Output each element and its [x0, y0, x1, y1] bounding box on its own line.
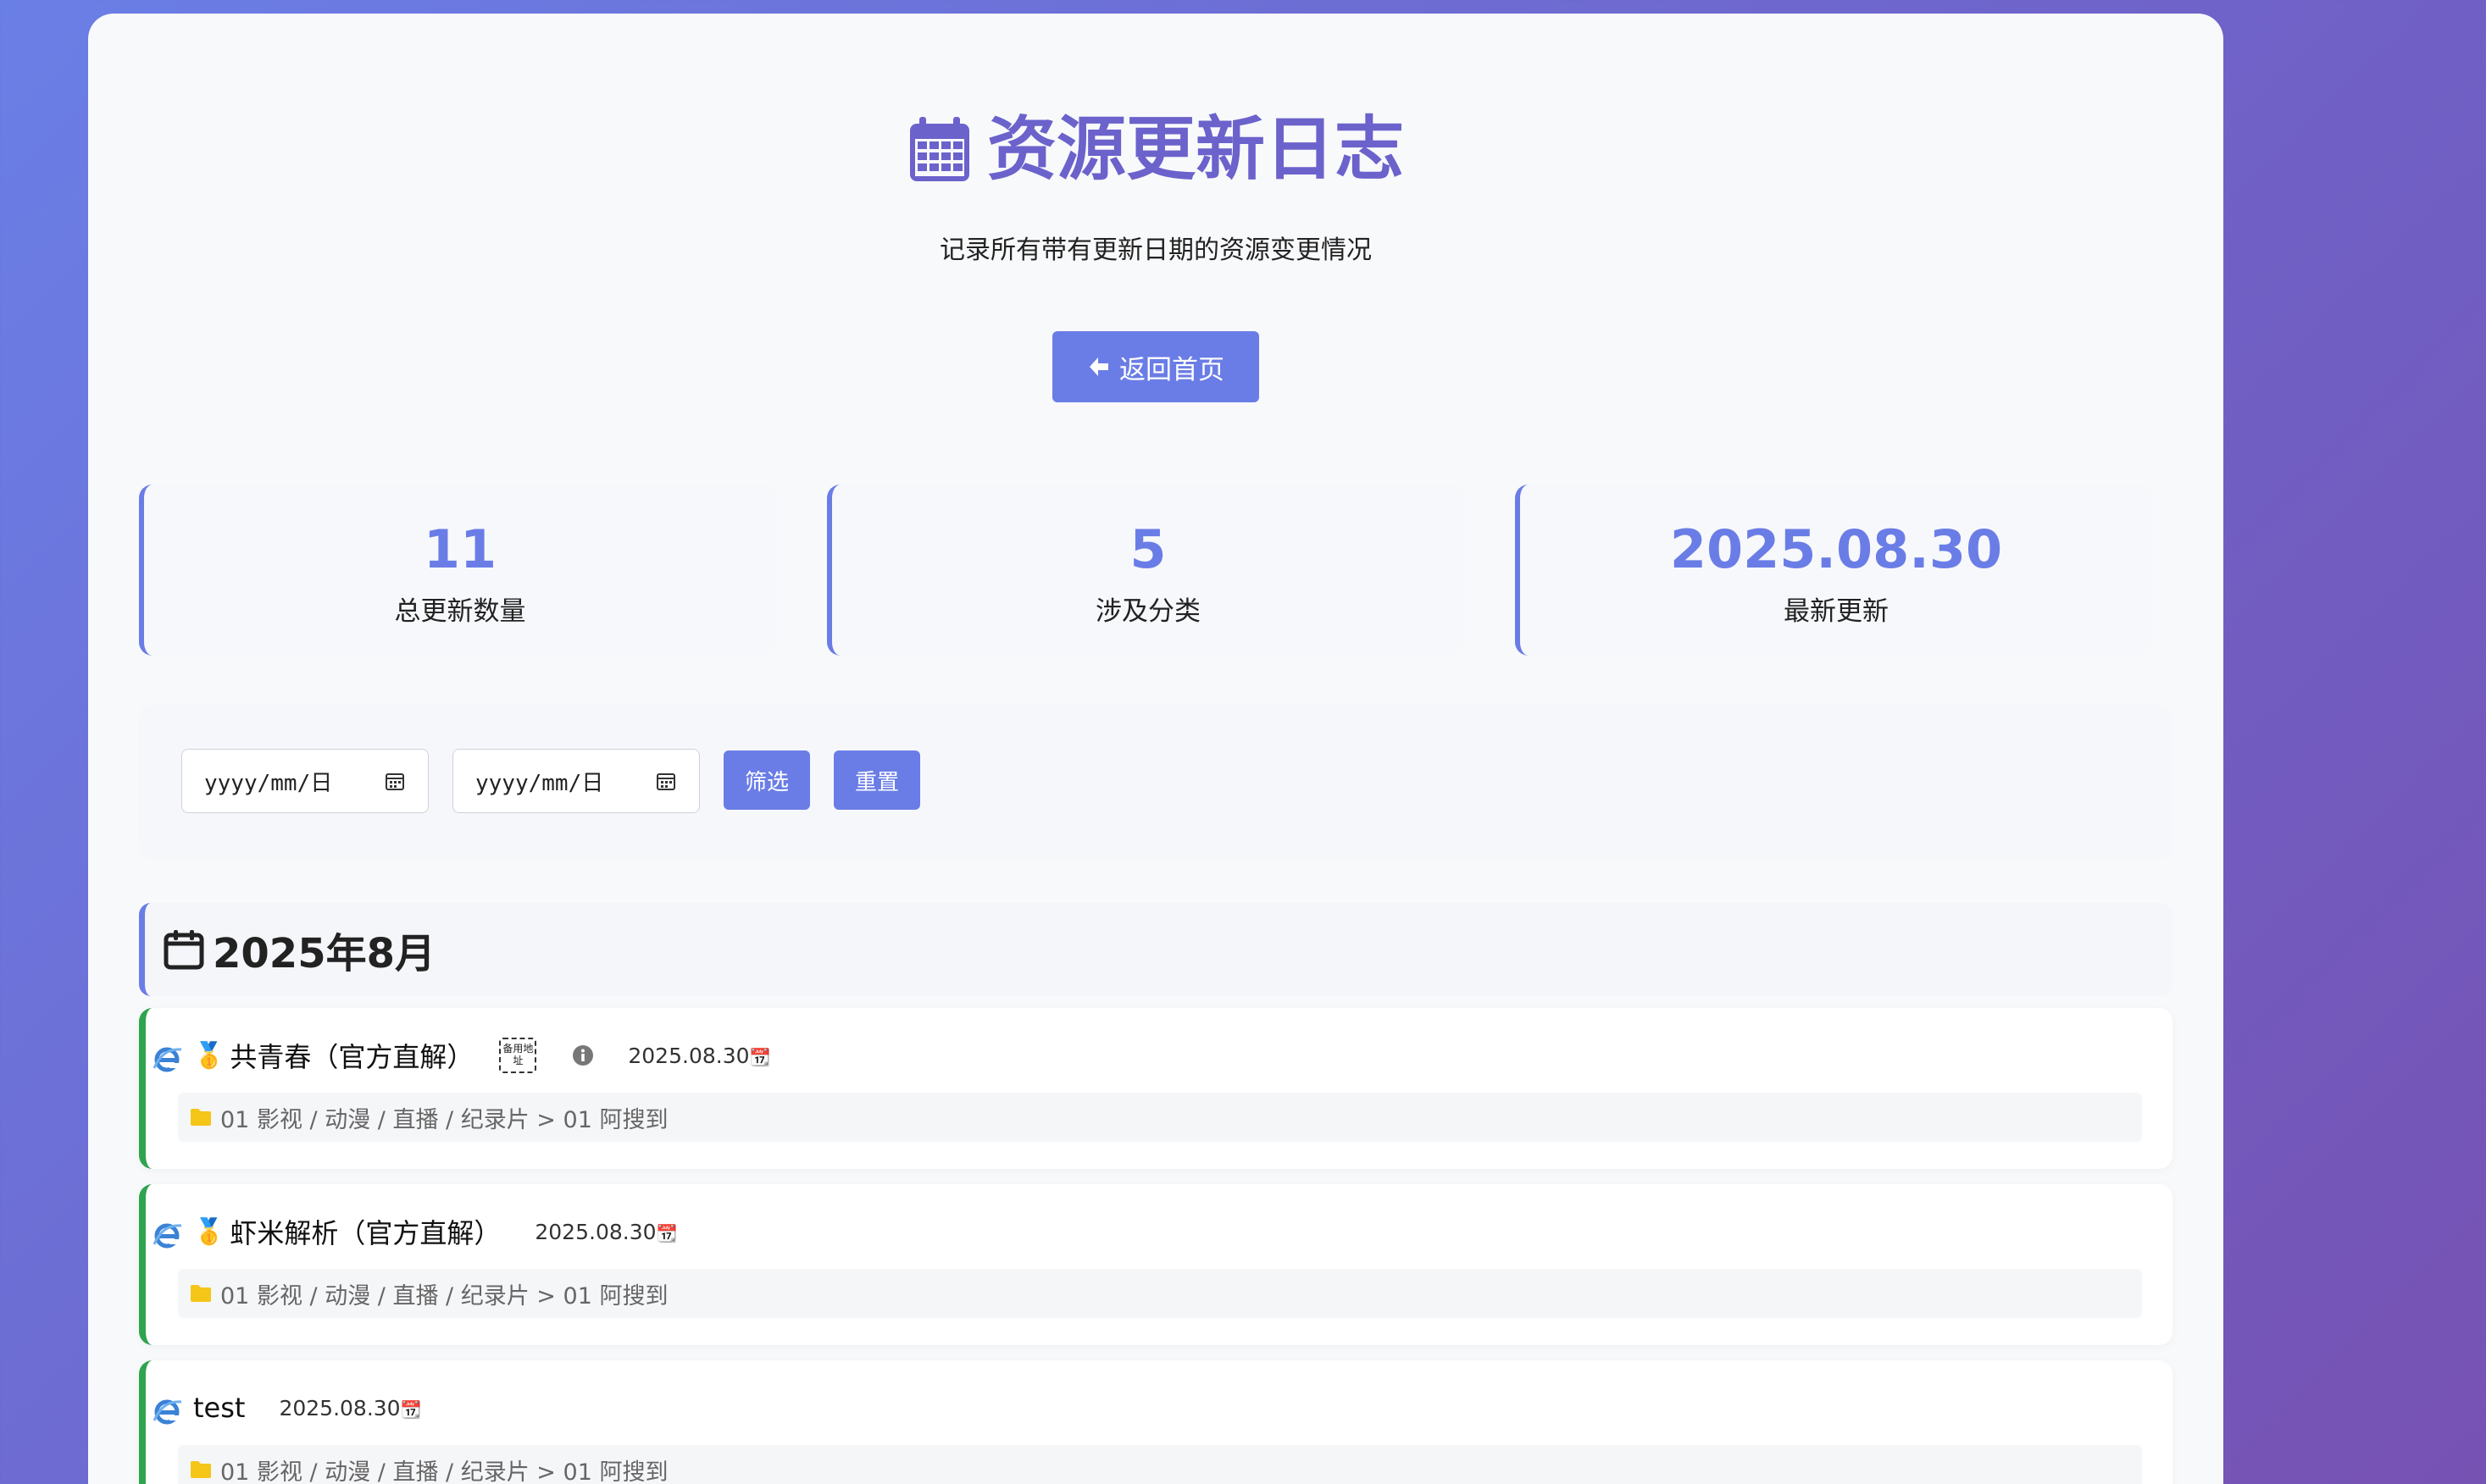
- stat-value: 2025.08.30: [1669, 518, 2003, 580]
- backup-address-badge[interactable]: 备用地址: [499, 1038, 537, 1073]
- page-header: 资源更新日志 记录所有带有更新日期的资源变更情况: [88, 115, 2223, 266]
- category-path-text: 01 影视 / 动漫 / 直播 / 纪录片 > 01 阿搜到: [220, 1459, 669, 1484]
- date-filter-bar: yyyy/mm/日 yyyy/mm/日 筛选 重置: [139, 705, 2172, 859]
- browser-e-icon: [153, 1047, 182, 1072]
- item-header: test 2025.08.30📆: [151, 1389, 422, 1426]
- item-category-path: 01 影视 / 动漫 / 直播 / 纪录片 > 01 阿搜到: [178, 1445, 2142, 1484]
- item-date: 2025.08.30📆: [279, 1395, 422, 1420]
- list-item[interactable]: 🥇 共青春（官方直解） 备用地址 2025.08.30📆 01 影视 / 动漫 …: [139, 1008, 2172, 1169]
- list-item[interactable]: test 2025.08.30📆 01 影视 / 动漫 / 直播 / 纪录片 >…: [139, 1360, 2172, 1484]
- end-date-input[interactable]: yyyy/mm/日: [452, 749, 700, 813]
- medal-icon: 🥇: [193, 1216, 225, 1247]
- stat-label: 总更新数量: [394, 596, 526, 627]
- folder-icon: [191, 1109, 211, 1126]
- item-date: 2025.08.30📆: [535, 1219, 678, 1244]
- stat-label: 涉及分类: [1096, 596, 1201, 627]
- calendar-icon: [909, 117, 969, 181]
- item-name[interactable]: test: [193, 1392, 245, 1424]
- stat-label: 最新更新: [1784, 596, 1889, 627]
- reset-button[interactable]: 重置: [834, 750, 920, 810]
- month-label: 2025年8月: [213, 930, 436, 977]
- page-title: 资源更新日志: [907, 115, 1404, 185]
- item-header: 🥇 共青春（官方直解） 备用地址 2025.08.30📆: [151, 1037, 770, 1074]
- calendar-picker-icon[interactable]: [384, 770, 406, 792]
- start-date-input[interactable]: yyyy/mm/日: [181, 749, 429, 813]
- item-category-path: 01 影视 / 动漫 / 直播 / 纪录片 > 01 阿搜到: [178, 1093, 2142, 1142]
- back-home-label: 返回首页: [1119, 354, 1224, 385]
- info-icon[interactable]: [572, 1044, 594, 1066]
- stat-total-updates: 11 总更新数量: [139, 485, 776, 656]
- calendar-picker-icon[interactable]: [655, 770, 677, 792]
- browser-e-icon: [153, 1399, 182, 1425]
- folder-icon: [191, 1285, 211, 1302]
- start-date-placeholder: yyyy/mm/日: [204, 770, 333, 796]
- back-home-button[interactable]: 返回首页: [1052, 331, 1259, 402]
- month-heading: 2025年8月: [139, 903, 2172, 996]
- list-item[interactable]: 🥇 虾米解析（官方直解） 2025.08.30📆 01 影视 / 动漫 / 直播…: [139, 1184, 2172, 1345]
- stat-value: 11: [423, 518, 497, 580]
- browser-e-icon: [153, 1223, 182, 1249]
- item-name[interactable]: 虾米解析（官方直解）: [230, 1212, 501, 1251]
- calendar-icon: [164, 930, 204, 970]
- folder-icon: [191, 1461, 211, 1478]
- category-path-text: 01 影视 / 动漫 / 直播 / 纪录片 > 01 阿搜到: [220, 1282, 669, 1310]
- medal-icon: 🥇: [193, 1040, 225, 1071]
- stats-row: 11 总更新数量 5 涉及分类 2025.08.30 最新更新: [139, 485, 2172, 656]
- stat-categories: 5 涉及分类: [827, 485, 1464, 656]
- category-path-text: 01 影视 / 动漫 / 直播 / 纪录片 > 01 阿搜到: [220, 1106, 669, 1133]
- item-name[interactable]: 共青春（官方直解）: [230, 1036, 474, 1075]
- page-title-text: 资源更新日志: [986, 109, 1404, 190]
- filter-button[interactable]: 筛选: [724, 750, 810, 810]
- item-category-path: 01 影视 / 动漫 / 直播 / 纪录片 > 01 阿搜到: [178, 1269, 2142, 1318]
- stat-value: 5: [1129, 518, 1167, 580]
- main-card: 资源更新日志 记录所有带有更新日期的资源变更情况 返回首页 11 总更新数量 5…: [88, 14, 2223, 1484]
- arrow-left-icon: [1090, 357, 1108, 376]
- item-header: 🥇 虾米解析（官方直解） 2025.08.30📆: [151, 1213, 677, 1250]
- item-date: 2025.08.30📆: [628, 1043, 771, 1068]
- end-date-placeholder: yyyy/mm/日: [475, 770, 604, 796]
- stat-latest-update: 2025.08.30 最新更新: [1515, 485, 2152, 656]
- page-subtitle: 记录所有带有更新日期的资源变更情况: [940, 235, 1372, 265]
